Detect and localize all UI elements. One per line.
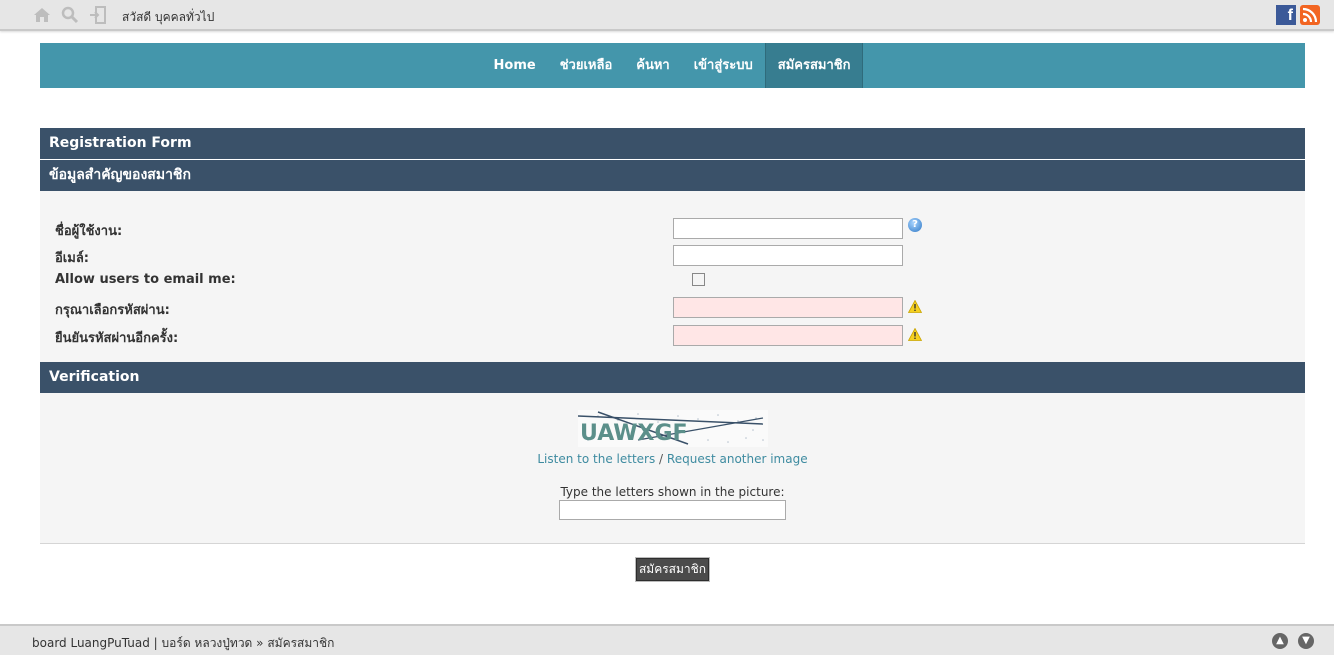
captcha-text: UAWXGF bbox=[580, 421, 688, 446]
breadcrumb: board LuangPuTuad | บอร์ด หลวงปู่ทวด » ส… bbox=[32, 634, 334, 653]
captcha-input[interactable] bbox=[559, 500, 786, 520]
warning-icon bbox=[907, 298, 923, 313]
breadcrumb-board-th[interactable]: บอร์ด หลวงปู่ทวด bbox=[162, 636, 253, 650]
username-label: ชื่อผู้ใช้งาน: bbox=[55, 224, 123, 239]
confirm-password-input[interactable] bbox=[673, 325, 903, 346]
email-input[interactable] bbox=[673, 245, 903, 266]
verification-panel: UAWXGF Listen to the letters / Request a… bbox=[40, 393, 1305, 544]
username-row: ชื่อผู้ใช้งาน: ? bbox=[55, 216, 1290, 240]
scroll-up-icon[interactable]: ▲ bbox=[1272, 633, 1288, 649]
nav-item-login[interactable]: เข้าสู่ระบบ bbox=[682, 43, 765, 88]
nav-item-search[interactable]: ค้นหา bbox=[624, 43, 681, 88]
footer-bar: board LuangPuTuad | บอร์ด หลวงปู่ทวด » ส… bbox=[0, 624, 1334, 655]
breadcrumb-current[interactable]: สมัครสมาชิก bbox=[267, 636, 334, 650]
email-label: อีเมล์: bbox=[55, 251, 89, 266]
confirm-password-label: ยืนยันรหัสผ่านอีกครั้ง: bbox=[55, 331, 179, 346]
help-icon[interactable]: ? bbox=[908, 218, 922, 232]
captcha-image: UAWXGF bbox=[577, 410, 768, 447]
facebook-icon[interactable]: f bbox=[1276, 5, 1296, 25]
breadcrumb-separator: | bbox=[153, 636, 158, 650]
section-title-member-info: ข้อมูลสำคัญของสมาชิก bbox=[40, 160, 1305, 191]
nav-item-home[interactable]: Home bbox=[482, 43, 548, 88]
login-icon[interactable] bbox=[88, 5, 108, 25]
confirm-password-row: ยืนยันรหัสผ่านอีกครั้ง: bbox=[55, 323, 1290, 347]
home-icon[interactable] bbox=[32, 5, 52, 25]
scroll-down-icon[interactable]: ▼ bbox=[1298, 633, 1314, 649]
main-nav: Home ช่วยเหลือ ค้นหา เข้าสู่ระบบ สมัครสม… bbox=[40, 43, 1305, 88]
request-image-link[interactable]: Request another image bbox=[667, 452, 808, 466]
nav-item-register[interactable]: สมัครสมาชิก bbox=[764, 43, 864, 88]
top-bar: สวัสดี บุคคลทั่วไป f bbox=[0, 0, 1334, 31]
password-input[interactable] bbox=[673, 297, 903, 318]
rss-icon[interactable] bbox=[1300, 5, 1320, 25]
nav-list: Home ช่วยเหลือ ค้นหา เข้าสู่ระบบ สมัครสม… bbox=[40, 43, 1305, 88]
register-submit-button[interactable]: สมัครสมาชิก bbox=[635, 557, 710, 582]
nav-item-help[interactable]: ช่วยเหลือ bbox=[548, 43, 625, 88]
warning-icon bbox=[907, 326, 923, 341]
form-title: Registration Form bbox=[40, 128, 1305, 159]
captcha-instruction: Type the letters shown in the picture: bbox=[560, 485, 785, 499]
allow-email-row: Allow users to email me: bbox=[55, 268, 1290, 292]
breadcrumb-board[interactable]: board LuangPuTuad bbox=[32, 636, 150, 650]
social-links: f bbox=[1276, 5, 1320, 25]
verification-title: Verification bbox=[40, 362, 1305, 393]
captcha-links: Listen to the letters / Request another … bbox=[40, 452, 1305, 466]
username-input[interactable] bbox=[673, 218, 903, 239]
breadcrumb-arrow: » bbox=[256, 636, 264, 650]
password-label: กรุณาเลือกรหัสผ่าน: bbox=[55, 303, 170, 318]
allow-email-label: Allow users to email me: bbox=[55, 272, 236, 287]
allow-email-checkbox[interactable] bbox=[692, 273, 705, 286]
member-info-panel: ชื่อผู้ใช้งาน: ? อีเมล์: Allow users to … bbox=[40, 191, 1305, 362]
email-row: อีเมล์: bbox=[55, 243, 1290, 267]
greeting-text: สวัสดี บุคคลทั่วไป bbox=[122, 10, 215, 24]
password-row: กรุณาเลือกรหัสผ่าน: bbox=[55, 295, 1290, 319]
search-icon[interactable] bbox=[60, 5, 80, 25]
top-icons bbox=[32, 5, 108, 25]
scroll-arrows: ▲ ▼ bbox=[1272, 633, 1314, 649]
listen-letters-link[interactable]: Listen to the letters bbox=[537, 452, 655, 466]
link-separator: / bbox=[659, 452, 664, 466]
